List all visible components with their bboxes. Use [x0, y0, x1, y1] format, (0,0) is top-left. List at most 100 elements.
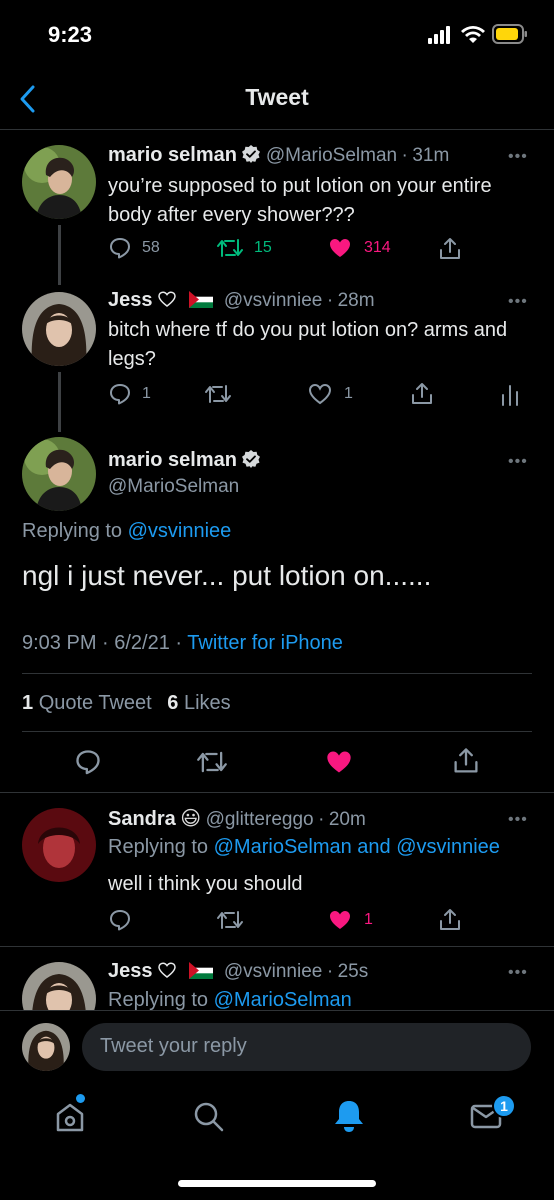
reply-button[interactable]: 58: [108, 236, 160, 260]
search-icon[interactable]: [192, 1100, 226, 1134]
like-button[interactable]: 314: [328, 236, 391, 260]
reply-text: well i think you should: [108, 873, 303, 895]
tweet-header-2: Jess @vsvinniee · 28m: [108, 289, 528, 312]
share-icon[interactable]: [410, 381, 434, 407]
retweet-icon[interactable]: [204, 382, 232, 406]
likes-label: Likes: [183, 692, 231, 714]
reply-count: 1: [142, 385, 151, 402]
retweet-icon[interactable]: [216, 908, 244, 932]
reply-icon[interactable]: [108, 908, 132, 932]
replying-to: Replying to @vsvinniee: [22, 520, 231, 543]
divider: [0, 946, 554, 947]
heart-filled-icon: [330, 911, 350, 929]
replying-to-handles[interactable]: @MarioSelman and @vsvinniee: [214, 836, 500, 858]
reply-icon[interactable]: [74, 748, 102, 776]
separator-dot: ·: [401, 145, 408, 166]
home-indicator: [178, 1180, 376, 1187]
heart-filled-icon[interactable]: [324, 748, 354, 776]
more-options-icon[interactable]: •••: [508, 964, 528, 982]
notifications-bell-icon[interactable]: [332, 1098, 366, 1134]
retweet-icon: [217, 239, 243, 257]
quote-label: Quote Tweet: [38, 692, 152, 714]
page-title: Tweet: [245, 84, 309, 110]
avatar-jess[interactable]: [22, 292, 96, 366]
separator-dot: ·: [326, 290, 334, 311]
more-options-icon[interactable]: •••: [508, 811, 528, 829]
signal-icon: [428, 26, 450, 44]
heart-filled-icon: [330, 239, 350, 257]
replying-to-handle[interactable]: @vsvinniee: [128, 520, 232, 542]
tab-home[interactable]: [54, 1094, 90, 1136]
likes-link[interactable]: 6 Likes: [167, 692, 230, 714]
author-handle[interactable]: @glittereggo: [206, 809, 314, 830]
like-button[interactable]: 1: [328, 908, 373, 932]
tweet-datetime: 9:03 PM · 6/2/21 ·: [22, 632, 188, 654]
tweet-header-1: mario selman @MarioSelman · 31m: [108, 144, 528, 167]
analytics-icon[interactable]: [500, 383, 520, 407]
replying-to-handle[interactable]: @MarioSelman: [214, 989, 352, 1011]
share-icon[interactable]: [438, 907, 462, 933]
author-handle[interactable]: @MarioSelman: [266, 145, 397, 166]
notification-dot: [76, 1094, 85, 1103]
verified-badge-icon: [242, 450, 261, 468]
author-handle[interactable]: @vsvinniee: [224, 961, 323, 982]
heart-outline-emoji-icon: [158, 291, 176, 307]
replying-to-label: Replying to: [22, 520, 128, 542]
engagement-stats: 1 Quote Tweet 6 Likes: [22, 692, 231, 715]
tweet-text: bitch where tf do you put lotion on? arm…: [108, 319, 508, 370]
tweet-source[interactable]: Twitter for iPhone: [187, 632, 343, 654]
author-name[interactable]: mario selman: [108, 449, 237, 471]
reply-icon: [110, 384, 130, 405]
divider: [22, 673, 532, 674]
avatar-mario[interactable]: [22, 437, 96, 511]
like-count: 1: [364, 911, 373, 928]
quote-tweets-link[interactable]: 1 Quote Tweet: [22, 692, 152, 714]
avatar-mario[interactable]: [22, 145, 96, 219]
separator-dot: ·: [318, 809, 325, 830]
avatar-sandra[interactable]: [22, 808, 96, 882]
author-name[interactable]: Sandra: [108, 808, 176, 830]
heart-outline-emoji-icon: [158, 962, 176, 978]
tweet-time: 28m: [337, 290, 375, 311]
separator-dot: ·: [326, 961, 334, 982]
more-options-icon[interactable]: •••: [508, 148, 528, 166]
reply-header-sandra: Sandra 😃 @glittereggo · 20m: [108, 806, 528, 831]
retweet-count: 15: [254, 239, 272, 256]
home-icon: [56, 1103, 84, 1132]
reply-header-jess: Jess @vsvinniee · 25s: [108, 960, 528, 983]
quote-count: 1: [22, 692, 34, 714]
divider: [0, 792, 554, 793]
tweet-time: 31m: [412, 145, 450, 166]
more-options-icon[interactable]: •••: [508, 293, 528, 311]
status-time: 9:23: [48, 22, 93, 47]
tweet-time: 20m: [328, 809, 366, 830]
main-tweet-text: ngl i just never... put lotion on......: [22, 560, 432, 591]
smiley-emoji-icon: 😃: [180, 808, 202, 830]
like-count: 314: [364, 239, 391, 256]
author-name[interactable]: mario selman: [108, 144, 237, 166]
replying-to-label: Replying to: [108, 989, 214, 1011]
reply-button[interactable]: 1: [108, 382, 151, 406]
status-bar: 9:23: [0, 0, 554, 70]
author-name[interactable]: Jess: [108, 289, 153, 311]
retweet-icon[interactable]: [196, 748, 228, 776]
header: Tweet: [0, 70, 554, 130]
more-options-icon[interactable]: •••: [508, 453, 528, 471]
reply-input[interactable]: Tweet your reply: [82, 1023, 531, 1071]
reply-icon: [110, 238, 130, 259]
retweet-button[interactable]: 15: [216, 236, 272, 260]
author-handle[interactable]: @vsvinniee: [224, 290, 323, 311]
author-name[interactable]: Jess: [108, 960, 153, 982]
likes-count: 6: [167, 692, 179, 714]
tweet-text: you’re supposed to put lotion on your en…: [108, 175, 492, 226]
reply-count: 58: [142, 239, 160, 256]
messages-badge: 1: [492, 1094, 516, 1118]
author-handle[interactable]: @MarioSelman: [108, 476, 239, 498]
like-button[interactable]: 1: [308, 382, 353, 406]
tweet-meta: 9:03 PM · 6/2/21 · Twitter for iPhone: [22, 632, 343, 655]
thread-line: [58, 372, 61, 432]
share-icon[interactable]: [452, 746, 480, 776]
share-icon[interactable]: [438, 236, 462, 262]
current-user-avatar[interactable]: [22, 1023, 70, 1071]
replying-to: Replying to @MarioSelman: [108, 989, 352, 1012]
